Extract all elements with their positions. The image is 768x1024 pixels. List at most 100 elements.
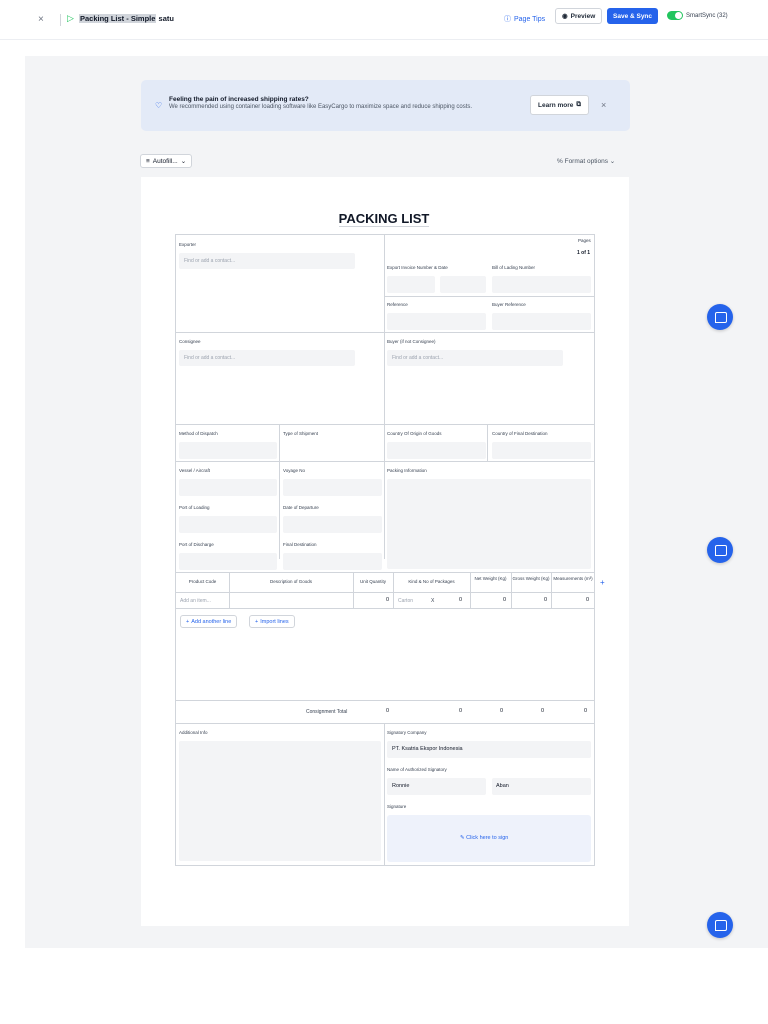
bill-of-lading-field[interactable] bbox=[492, 276, 591, 293]
chat-icon[interactable] bbox=[707, 304, 733, 330]
divider bbox=[487, 424, 488, 461]
row-package-no[interactable]: 0 bbox=[459, 597, 462, 603]
add-column-icon[interactable]: + bbox=[600, 578, 605, 587]
signatory-last-name: Aban bbox=[496, 783, 509, 789]
divider bbox=[176, 700, 595, 701]
total-measurements: 0 bbox=[584, 708, 588, 714]
pages-value: 1 of 1 bbox=[577, 250, 591, 256]
pen-icon: ✎ bbox=[460, 835, 465, 841]
divider bbox=[384, 235, 385, 559]
add-line-button[interactable]: + Add another line bbox=[180, 615, 238, 628]
consignee-label: Consignee bbox=[179, 339, 201, 344]
col-product-code: Product Code bbox=[188, 579, 217, 584]
signatory-company-label: Signatory Company bbox=[387, 730, 427, 735]
smartsync-toggle[interactable] bbox=[667, 11, 683, 20]
autofill-icon: ≡ bbox=[146, 157, 150, 165]
port-discharge-field[interactable] bbox=[179, 553, 277, 570]
signatory-company-value: PT. Ksatria Ekspor Indonesia bbox=[392, 746, 463, 752]
type-shipment-label: Type of Shipment bbox=[283, 431, 319, 436]
authorized-signatory-label: Name of Authorized Signatory bbox=[387, 767, 447, 772]
row-gross-weight[interactable]: 0 bbox=[544, 597, 547, 603]
preview-label: Preview bbox=[570, 12, 596, 20]
country-destination-field[interactable] bbox=[492, 442, 591, 459]
additional-info-field[interactable] bbox=[179, 741, 381, 861]
divider bbox=[60, 14, 61, 26]
consignee-placeholder: Find or add a contact... bbox=[184, 355, 236, 361]
import-lines-label: Import lines bbox=[260, 618, 289, 625]
learn-more-button[interactable]: Learn more ⧉ bbox=[530, 95, 590, 115]
country-origin-field[interactable] bbox=[387, 442, 486, 459]
total-packages: 0 bbox=[459, 708, 463, 714]
col-unit-quantity: Unit Quantity bbox=[359, 579, 386, 584]
packing-list-form: Exporter Find or add a contact... Pages … bbox=[175, 234, 605, 866]
packing-info-field[interactable] bbox=[387, 479, 591, 569]
pages-label: Pages bbox=[578, 238, 591, 243]
help-icon: ⓘ bbox=[504, 16, 511, 23]
date-departure-label: Date of Departure bbox=[283, 505, 319, 510]
bill-of-lading-label: Bill of Lading Number bbox=[492, 265, 536, 270]
export-invoice-number-field[interactable] bbox=[387, 276, 435, 293]
consignment-total-label: Consignment Total bbox=[306, 709, 348, 715]
page-tips-link[interactable]: ⓘ Page Tips bbox=[504, 14, 545, 24]
chevron-down-icon: ⌄ bbox=[609, 158, 616, 165]
divider bbox=[176, 572, 595, 573]
document-title-rest[interactable]: satu bbox=[156, 14, 174, 23]
row-package-x: X bbox=[431, 598, 435, 604]
item-placeholder[interactable]: Add an item... bbox=[180, 598, 211, 604]
add-line-label: Add another line bbox=[191, 618, 232, 625]
plus-icon: + bbox=[186, 618, 190, 625]
document-heading-text: PACKING LIST bbox=[338, 211, 430, 227]
country-destination-label: Country of Final Destination bbox=[492, 431, 548, 436]
voyage-label: Voyage No bbox=[283, 468, 306, 473]
document-title-selected[interactable]: Packing List - Simple bbox=[79, 14, 157, 23]
signature-label: Signature bbox=[387, 804, 407, 809]
plus-icon: + bbox=[255, 618, 259, 625]
promo-banner: ♡ Feeling the pain of increased shipping… bbox=[141, 80, 630, 131]
exporter-placeholder: Find or add a contact... bbox=[184, 258, 236, 264]
date-departure-field[interactable] bbox=[283, 516, 382, 533]
reference-field[interactable] bbox=[387, 313, 486, 330]
preview-button[interactable]: ◉ Preview bbox=[555, 8, 603, 24]
smartsync-label: SmartSync (32) bbox=[686, 13, 728, 19]
banner-subtitle: We recommended using container loading s… bbox=[169, 104, 473, 110]
final-destination-label: Final Destination bbox=[283, 542, 317, 547]
document-heading: PACKING LIST bbox=[0, 211, 768, 227]
total-net-weight: 0 bbox=[500, 708, 504, 714]
divider bbox=[176, 723, 595, 724]
learn-more-label: Learn more bbox=[538, 101, 574, 109]
row-net-weight[interactable]: 0 bbox=[503, 597, 506, 603]
export-invoice-date-field[interactable] bbox=[440, 276, 486, 293]
banner-title: Feeling the pain of increased shipping r… bbox=[169, 96, 309, 103]
chat-icon[interactable] bbox=[707, 537, 733, 563]
document-title[interactable]: Packing List - Simple satu bbox=[79, 14, 174, 23]
row-package-kind[interactable]: Carton bbox=[398, 598, 413, 604]
format-options-button[interactable]: % Format options ⌄ bbox=[557, 157, 615, 165]
port-discharge-label: Port of Discharge bbox=[179, 542, 214, 547]
final-destination-field[interactable] bbox=[283, 553, 382, 570]
import-lines-button[interactable]: + Import lines bbox=[249, 615, 295, 628]
click-to-sign[interactable]: ✎ Click here to sign bbox=[460, 835, 508, 841]
chat-icon[interactable] bbox=[707, 912, 733, 938]
voyage-field[interactable] bbox=[283, 479, 382, 496]
chevron-down-icon: ⌄ bbox=[180, 158, 187, 165]
external-link-icon: ⧉ bbox=[576, 101, 582, 108]
autofill-dropdown[interactable]: ≡ Autofill... ⌄ bbox=[140, 154, 193, 168]
divider bbox=[393, 572, 394, 608]
buyer-reference-field[interactable] bbox=[492, 313, 591, 330]
eye-icon: ◉ bbox=[562, 13, 568, 20]
row-measurements[interactable]: 0 bbox=[586, 597, 589, 603]
additional-info-label: Additional Info bbox=[179, 730, 208, 735]
reference-label: Reference bbox=[387, 302, 408, 307]
row-unit-quantity[interactable]: 0 bbox=[386, 597, 389, 603]
buyer-label: Buyer (if not Consignee) bbox=[387, 339, 436, 344]
method-dispatch-field[interactable] bbox=[179, 442, 277, 459]
close-icon[interactable]: × bbox=[38, 14, 44, 25]
vessel-field[interactable] bbox=[179, 479, 277, 496]
divider bbox=[176, 332, 595, 333]
divider bbox=[279, 424, 280, 559]
packing-info-label: Packing Information bbox=[387, 468, 427, 473]
banner-close-icon[interactable]: × bbox=[601, 100, 606, 110]
port-loading-field[interactable] bbox=[179, 516, 277, 533]
save-sync-button[interactable]: Save & Sync bbox=[607, 8, 659, 24]
divider bbox=[176, 424, 595, 425]
